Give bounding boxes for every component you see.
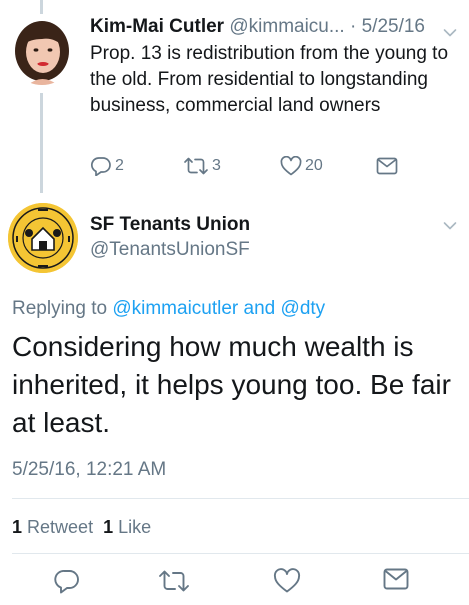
like-label: Like (118, 517, 152, 537)
parent-tweet-actions: 2 3 20 (90, 154, 460, 178)
reply-button[interactable] (54, 568, 80, 599)
divider (12, 498, 469, 499)
parent-retweet-count: 3 (212, 157, 221, 174)
parent-like-count: 20 (305, 157, 323, 174)
like-icon (280, 156, 302, 176)
like-button[interactable] (273, 568, 301, 599)
likes-stat[interactable]: 1 Like (103, 517, 151, 537)
parent-author-name[interactable]: Kim-Mai Cutler (90, 16, 224, 37)
like-count: 1 (103, 517, 114, 537)
parent-tweet-text: Prop. 13 is redistribution from the youn… (90, 43, 449, 116)
reply-icon (90, 156, 112, 176)
replying-and: and (243, 298, 276, 319)
parent-author-handle[interactable]: @kimmaicu... (229, 16, 344, 37)
thread-connector-top (40, 0, 43, 14)
focused-author-name[interactable]: SF Tenants Union (90, 212, 250, 238)
parent-tweet-date: · 5/25/16 (350, 16, 425, 37)
avatar-kim-mai-cutler[interactable] (8, 17, 76, 85)
mention-link[interactable]: @kimmaicutler (112, 298, 238, 319)
message-icon (376, 157, 398, 175)
message-icon (383, 568, 409, 594)
focused-tweet-actions (0, 568, 469, 598)
tweet-detail-screen: Kim-Mai Cutler @kimmaicu... · 5/25/16 Pr… (0, 0, 469, 605)
parent-message-button[interactable] (376, 154, 398, 178)
parent-retweet-button[interactable]: 3 (183, 154, 221, 178)
retweets-stat[interactable]: 1 Retweet (12, 517, 93, 537)
message-button[interactable] (383, 568, 409, 595)
focused-tweet-text: Considering how much wealth is inherited… (12, 331, 451, 438)
tweet-timestamp: 5/25/16, 12:21 AM (12, 459, 167, 480)
retweet-icon (183, 156, 209, 176)
like-icon (273, 568, 301, 598)
focused-author-handle[interactable]: @TenantsUnionSF (90, 237, 250, 263)
engagement-stats: 1 Retweet 1 Like (12, 515, 151, 539)
mention-link[interactable]: @dty (281, 298, 326, 319)
parent-reply-button[interactable]: 2 (90, 154, 124, 178)
reply-icon (54, 570, 80, 598)
parent-reply-count: 2 (115, 157, 124, 174)
avatar-sf-tenants-union[interactable] (8, 203, 78, 273)
thread-connector (40, 93, 43, 193)
retweet-count: 1 (12, 517, 23, 537)
replying-to-label: Replying to (12, 298, 108, 319)
parent-like-button[interactable]: 20 (280, 154, 323, 178)
retweet-icon (158, 570, 190, 598)
retweet-button[interactable] (158, 568, 190, 599)
chevron-down-icon[interactable] (443, 218, 457, 236)
divider (12, 553, 469, 554)
retweet-label: Retweet (27, 517, 94, 537)
replying-to-line: Replying to @kimmaicutler and @dty (12, 296, 325, 322)
parent-tweet-header: Kim-Mai Cutler @kimmaicu... · 5/25/16 (90, 14, 459, 40)
